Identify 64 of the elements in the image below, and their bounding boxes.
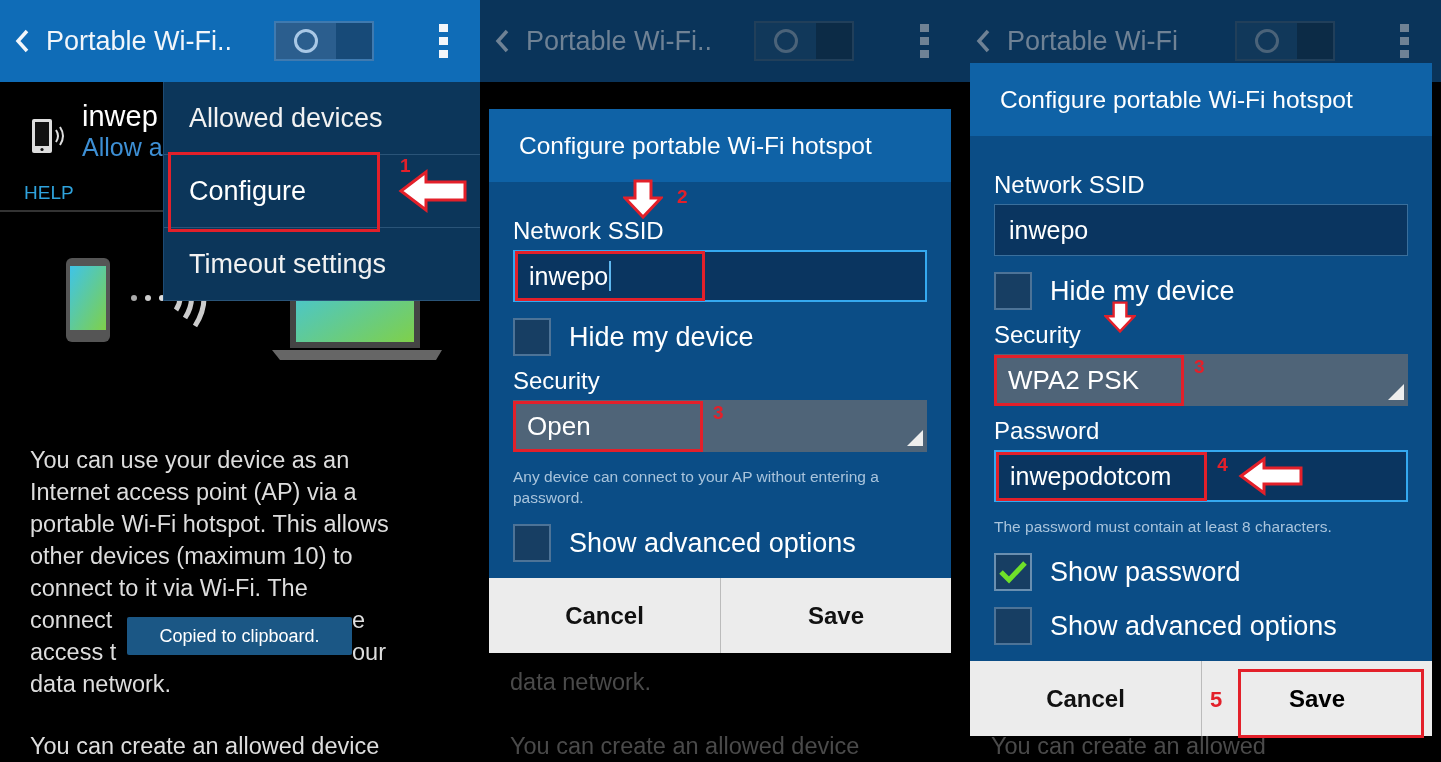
checkbox[interactable] xyxy=(513,318,551,356)
hint-text: Any device can connect to your AP without entering a password. xyxy=(513,467,880,508)
menu-item[interactable]: Configure 1 xyxy=(164,155,480,228)
description-text: Internet access point (AP) via a xyxy=(30,478,357,507)
toggle-switch[interactable] xyxy=(1235,21,1335,61)
phone-signal-icon xyxy=(30,116,66,156)
checkbox[interactable] xyxy=(994,607,1032,645)
step-number: 2 xyxy=(677,186,688,208)
description-text: You can create an allowed device xyxy=(29,732,381,761)
overflow-menu-icon[interactable] xyxy=(438,23,450,59)
checkbox-label: Show advanced options xyxy=(569,527,856,559)
input-field[interactable]: inwepodotcom 4 xyxy=(994,450,1408,502)
screen-title: Portable Wi-Fi.. xyxy=(526,25,714,57)
checkbox-label: Show password xyxy=(1050,556,1241,588)
description-text: our xyxy=(352,638,386,667)
description-text: portable Wi-Fi hotspot. This allows xyxy=(30,510,389,539)
description-text: You can use your device as an xyxy=(30,446,350,475)
overflow-menu-icon[interactable] xyxy=(1399,23,1411,59)
field-label: Password xyxy=(994,417,1100,445)
field-label: Network SSID xyxy=(994,171,1145,199)
input-field[interactable]: inwepo xyxy=(994,204,1408,256)
description-text: data network. xyxy=(510,668,653,697)
checkbox[interactable] xyxy=(994,553,1032,591)
security-dropdown[interactable]: Open 3 xyxy=(513,400,927,452)
checkbox[interactable] xyxy=(513,524,551,562)
hotspot-name: inwep xyxy=(82,100,159,133)
help-tab[interactable]: HELP xyxy=(24,182,74,203)
description-text: access t xyxy=(30,638,118,667)
checkbox-label: Show advanced options xyxy=(1050,610,1337,642)
text-cursor xyxy=(609,261,612,291)
step-number: 5 xyxy=(1210,687,1223,713)
back-icon[interactable] xyxy=(494,28,510,54)
dialog-title: Configure portable Wi-Fi hotspot xyxy=(970,63,1432,136)
toast-message: Copied to clipboard. xyxy=(127,617,352,655)
toggle-switch[interactable] xyxy=(274,21,374,61)
description-text: other devices (maximum 10) to xyxy=(30,542,353,571)
overflow-menu-icon[interactable] xyxy=(919,23,931,59)
checkbox-label: Hide my device xyxy=(569,321,754,353)
description-text: connect to it via Wi-Fi. The xyxy=(30,574,308,603)
dialog-title: Configure portable Wi-Fi hotspot xyxy=(489,109,951,182)
screen-title: Portable Wi-Fi.. xyxy=(46,25,234,57)
dropdown-corner-icon xyxy=(907,430,923,446)
field-label: Security xyxy=(994,321,1081,349)
step-number: 1 xyxy=(400,155,411,177)
back-icon[interactable] xyxy=(975,28,991,54)
dropdown-corner-icon xyxy=(1388,384,1404,400)
description-text: e xyxy=(352,606,366,635)
screen-title: Portable Wi-Fi xyxy=(1007,25,1180,57)
description-text: connect xyxy=(30,606,114,635)
check-icon xyxy=(998,559,1028,585)
step-number: 4 xyxy=(1217,454,1228,476)
checkbox[interactable] xyxy=(994,272,1032,310)
security-dropdown[interactable]: WPA2 PSK 3 xyxy=(994,354,1408,406)
toggle-switch[interactable] xyxy=(754,21,854,61)
checkbox-label: Hide my device xyxy=(1050,275,1235,307)
description-text: data network. xyxy=(30,670,172,699)
input-field[interactable]: inwepo xyxy=(513,250,927,302)
step-number: 3 xyxy=(713,402,724,424)
field-label: Network SSID xyxy=(513,217,664,245)
hotspot-subtitle: Allow a xyxy=(82,133,163,162)
field-label: Security xyxy=(513,367,600,395)
description-text: You can create an allowed device xyxy=(510,732,861,761)
step-number: 3 xyxy=(1194,356,1205,378)
hint-text: The password must contain at least 8 characters. xyxy=(994,517,1333,537)
